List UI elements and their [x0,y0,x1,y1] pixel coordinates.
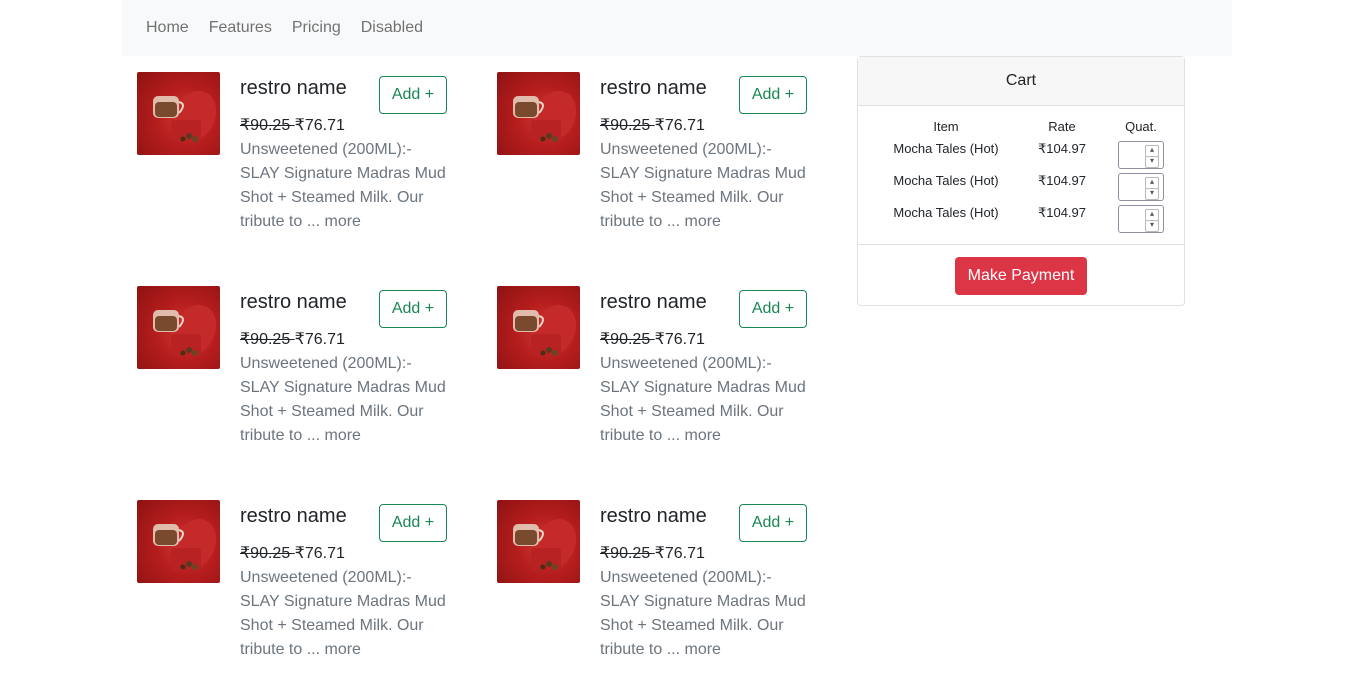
rate-column-header: Rate [1048,119,1076,134]
chevron-down-icon[interactable]: ▾ [1145,156,1159,168]
product-title: restro name [240,77,347,99]
cart-row: Mocha Tales (Hot) ₹104.97 ▴ ▾ [876,205,1168,237]
product-image [137,500,220,583]
more-link[interactable]: more [325,427,361,444]
cart-item-name: Mocha Tales (Hot) [893,141,999,156]
quantity-input[interactable]: ▴ ▾ [1118,141,1164,169]
product-price: ₹90.25 ₹76.71 [600,116,705,136]
old-price: ₹90.25 [240,331,295,348]
old-price: ₹90.25 [600,545,655,562]
new-price: ₹76.71 [654,545,705,562]
product-card: restro name Add + ₹90.25 ₹76.71 Unsweete… [137,500,447,700]
more-link[interactable]: more [325,641,361,658]
old-price: ₹90.25 [240,117,295,134]
old-price: ₹90.25 [600,117,655,134]
product-price: ₹90.25 ₹76.71 [600,330,705,350]
product-title: restro name [240,291,347,313]
product-description: Unsweetened (200ML):- SLAY Signature Mad… [600,352,812,448]
cart-table: Item Rate Quat. Mocha Tales (Hot) ₹104.9… [876,119,1168,237]
chevron-down-icon[interactable]: ▾ [1145,220,1159,232]
add-to-cart-button[interactable]: Add + [739,290,807,328]
top-navbar: Home Features Pricing Disabled [122,0,1232,56]
product-card: restro name Add + ₹90.25 ₹76.71 Unsweete… [137,72,447,272]
cart-item-name: Mocha Tales (Hot) [893,205,999,220]
make-payment-button[interactable]: Make Payment [955,257,1087,295]
more-link[interactable]: more [325,213,361,230]
product-card: restro name Add + ₹90.25 ₹76.71 Unsweete… [137,286,447,486]
product-price: ₹90.25 ₹76.71 [240,116,345,136]
add-to-cart-button[interactable]: Add + [739,504,807,542]
nav-home-link[interactable]: Home [146,16,189,40]
new-price: ₹76.71 [294,117,345,134]
product-price: ₹90.25 ₹76.71 [240,330,345,350]
product-image [497,500,580,583]
product-image [137,72,220,155]
product-title: restro name [240,505,347,527]
cart-item-rate: ₹104.97 [1037,141,1087,156]
product-price: ₹90.25 ₹76.71 [600,544,705,564]
more-link[interactable]: more [685,213,721,230]
product-title: restro name [600,77,707,99]
nav-features-link[interactable]: Features [209,16,272,40]
old-price: ₹90.25 [240,545,295,562]
cart-row: Mocha Tales (Hot) ₹104.97 ▴ ▾ [876,141,1168,173]
nav-pricing-link[interactable]: Pricing [292,16,341,40]
add-to-cart-button[interactable]: Add + [379,76,447,114]
cart-header: Cart [858,57,1184,106]
quantity-input[interactable]: ▴ ▾ [1118,173,1164,201]
new-price: ₹76.71 [654,331,705,348]
product-description: Unsweetened (200ML):- SLAY Signature Mad… [600,138,812,234]
cart-row: Mocha Tales (Hot) ₹104.97 ▴ ▾ [876,173,1168,205]
cart-footer: Make Payment [858,244,1184,307]
product-description: Unsweetened (200ML):- SLAY Signature Mad… [240,352,452,448]
product-card: restro name Add + ₹90.25 ₹76.71 Unsweete… [497,500,807,700]
product-description: Unsweetened (200ML):- SLAY Signature Mad… [240,138,452,234]
new-price: ₹76.71 [654,117,705,134]
more-link[interactable]: more [685,427,721,444]
product-title: restro name [600,505,707,527]
product-image [497,286,580,369]
new-price: ₹76.71 [294,545,345,562]
quantity-column-header: Quat. [1125,119,1157,134]
cart-item-rate: ₹104.97 [1037,205,1087,220]
chevron-down-icon[interactable]: ▾ [1145,188,1159,200]
cart-item-name: Mocha Tales (Hot) [893,173,999,188]
product-image [497,72,580,155]
product-card: restro name Add + ₹90.25 ₹76.71 Unsweete… [497,286,807,486]
quantity-input[interactable]: ▴ ▾ [1118,205,1164,233]
cart-panel: Cart Item Rate Quat. Mocha Tales (Hot) ₹… [857,56,1185,306]
add-to-cart-button[interactable]: Add + [379,290,447,328]
cart-table-header: Item Rate Quat. [876,119,1168,141]
new-price: ₹76.71 [294,331,345,348]
add-to-cart-button[interactable]: Add + [739,76,807,114]
more-link[interactable]: more [685,641,721,658]
product-card: restro name Add + ₹90.25 ₹76.71 Unsweete… [497,72,807,272]
product-description: Unsweetened (200ML):- SLAY Signature Mad… [600,566,812,662]
nav-disabled-link: Disabled [360,19,423,36]
product-description: Unsweetened (200ML):- SLAY Signature Mad… [240,566,452,662]
product-price: ₹90.25 ₹76.71 [240,544,345,564]
cart-item-rate: ₹104.97 [1037,173,1087,188]
product-title: restro name [600,291,707,313]
product-image [137,286,220,369]
item-column-header: Item [933,119,959,134]
old-price: ₹90.25 [600,331,655,348]
add-to-cart-button[interactable]: Add + [379,504,447,542]
